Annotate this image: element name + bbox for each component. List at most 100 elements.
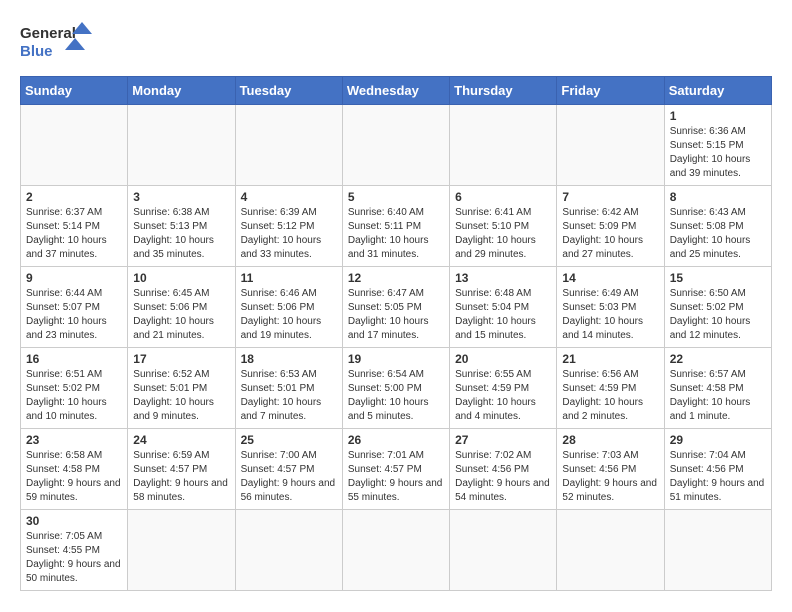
- day-header-wednesday: Wednesday: [342, 77, 449, 105]
- day-number: 22: [670, 352, 766, 366]
- calendar-cell: 19 Sunrise: 6:54 AM Sunset: 5:00 PM Dayli…: [342, 348, 449, 429]
- calendar-table: SundayMondayTuesdayWednesdayThursdayFrid…: [20, 76, 772, 591]
- calendar-cell: 24 Sunrise: 6:59 AM Sunset: 4:57 PM Dayli…: [128, 429, 235, 510]
- day-number: 29: [670, 433, 766, 447]
- day-header-tuesday: Tuesday: [235, 77, 342, 105]
- day-number: 25: [241, 433, 337, 447]
- calendar-cell: 15 Sunrise: 6:50 AM Sunset: 5:02 PM Dayli…: [664, 267, 771, 348]
- day-number: 24: [133, 433, 229, 447]
- day-info: Sunrise: 6:53 AM Sunset: 5:01 PM Dayligh…: [241, 368, 337, 424]
- calendar-week-row: 1Sunrise: 6:36 AM Sunset: 5:15 PM Daylig…: [21, 105, 772, 186]
- calendar-cell: [450, 105, 557, 186]
- day-number: 28: [562, 433, 658, 447]
- calendar-cell: 2 Sunrise: 6:37 AM Sunset: 5:14 PM Daylig…: [21, 186, 128, 267]
- day-info: Sunrise: 6:43 AM Sunset: 5:08 PM Dayligh…: [670, 206, 766, 262]
- day-number: 1: [670, 109, 766, 123]
- day-header-monday: Monday: [128, 77, 235, 105]
- day-number: 20: [455, 352, 551, 366]
- day-number: 21: [562, 352, 658, 366]
- day-info: Sunrise: 7:00 AM Sunset: 4:57 PM Dayligh…: [241, 449, 337, 505]
- day-number: 11: [241, 271, 337, 285]
- calendar-header-row: SundayMondayTuesdayWednesdayThursdayFrid…: [21, 77, 772, 105]
- day-info: Sunrise: 6:38 AM Sunset: 5:13 PM Dayligh…: [133, 206, 229, 262]
- calendar-cell: 29Sunrise: 7:04 AM Sunset: 4:56 PM Dayli…: [664, 429, 771, 510]
- calendar-cell: 16 Sunrise: 6:51 AM Sunset: 5:02 PM Dayli…: [21, 348, 128, 429]
- day-info: Sunrise: 6:54 AM Sunset: 5:00 PM Dayligh…: [348, 368, 444, 424]
- day-number: 14: [562, 271, 658, 285]
- calendar-cell: 26 Sunrise: 7:01 AM Sunset: 4:57 PM Dayli…: [342, 429, 449, 510]
- day-info: Sunrise: 7:05 AM Sunset: 4:55 PM Dayligh…: [26, 530, 122, 586]
- day-number: 19: [348, 352, 444, 366]
- day-info: Sunrise: 6:39 AM Sunset: 5:12 PM Dayligh…: [241, 206, 337, 262]
- day-info: Sunrise: 6:44 AM Sunset: 5:07 PM Dayligh…: [26, 287, 122, 343]
- svg-text:General: General: [20, 25, 76, 42]
- calendar-cell: [557, 105, 664, 186]
- day-info: Sunrise: 6:59 AM Sunset: 4:57 PM Dayligh…: [133, 449, 229, 505]
- calendar-cell: 18Sunrise: 6:53 AM Sunset: 5:01 PM Dayli…: [235, 348, 342, 429]
- calendar-cell: 4Sunrise: 6:39 AM Sunset: 5:12 PM Daylig…: [235, 186, 342, 267]
- day-info: Sunrise: 6:55 AM Sunset: 4:59 PM Dayligh…: [455, 368, 551, 424]
- calendar-cell: 5Sunrise: 6:40 AM Sunset: 5:11 PM Daylig…: [342, 186, 449, 267]
- day-header-saturday: Saturday: [664, 77, 771, 105]
- calendar-week-row: 2 Sunrise: 6:37 AM Sunset: 5:14 PM Daylig…: [21, 186, 772, 267]
- day-number: 13: [455, 271, 551, 285]
- day-info: Sunrise: 6:51 AM Sunset: 5:02 PM Dayligh…: [26, 368, 122, 424]
- calendar-cell: [557, 510, 664, 591]
- calendar-cell: [342, 105, 449, 186]
- calendar-cell: 25 Sunrise: 7:00 AM Sunset: 4:57 PM Dayli…: [235, 429, 342, 510]
- calendar-cell: 13 Sunrise: 6:48 AM Sunset: 5:04 PM Dayli…: [450, 267, 557, 348]
- calendar-cell: 17 Sunrise: 6:52 AM Sunset: 5:01 PM Dayli…: [128, 348, 235, 429]
- calendar-cell: 8 Sunrise: 6:43 AM Sunset: 5:08 PM Daylig…: [664, 186, 771, 267]
- day-info: Sunrise: 6:40 AM Sunset: 5:11 PM Dayligh…: [348, 206, 444, 262]
- day-info: Sunrise: 6:48 AM Sunset: 5:04 PM Dayligh…: [455, 287, 551, 343]
- calendar-cell: [21, 105, 128, 186]
- day-number: 26: [348, 433, 444, 447]
- calendar-cell: 6 Sunrise: 6:41 AM Sunset: 5:10 PM Daylig…: [450, 186, 557, 267]
- calendar-week-row: 9 Sunrise: 6:44 AM Sunset: 5:07 PM Daylig…: [21, 267, 772, 348]
- calendar-cell: 30Sunrise: 7:05 AM Sunset: 4:55 PM Dayli…: [21, 510, 128, 591]
- day-number: 17: [133, 352, 229, 366]
- calendar-cell: 27Sunrise: 7:02 AM Sunset: 4:56 PM Dayli…: [450, 429, 557, 510]
- calendar-cell: 23 Sunrise: 6:58 AM Sunset: 4:58 PM Dayli…: [21, 429, 128, 510]
- calendar-cell: 14Sunrise: 6:49 AM Sunset: 5:03 PM Dayli…: [557, 267, 664, 348]
- day-info: Sunrise: 6:41 AM Sunset: 5:10 PM Dayligh…: [455, 206, 551, 262]
- day-header-friday: Friday: [557, 77, 664, 105]
- day-info: Sunrise: 7:01 AM Sunset: 4:57 PM Dayligh…: [348, 449, 444, 505]
- day-number: 8: [670, 190, 766, 204]
- calendar-week-row: 23 Sunrise: 6:58 AM Sunset: 4:58 PM Dayli…: [21, 429, 772, 510]
- day-info: Sunrise: 6:37 AM Sunset: 5:14 PM Dayligh…: [26, 206, 122, 262]
- day-info: Sunrise: 7:03 AM Sunset: 4:56 PM Dayligh…: [562, 449, 658, 505]
- calendar-cell: 10Sunrise: 6:45 AM Sunset: 5:06 PM Dayli…: [128, 267, 235, 348]
- header: GeneralBlue: [20, 20, 772, 60]
- calendar-cell: [450, 510, 557, 591]
- day-number: 15: [670, 271, 766, 285]
- calendar-cell: [235, 510, 342, 591]
- calendar-cell: 1Sunrise: 6:36 AM Sunset: 5:15 PM Daylig…: [664, 105, 771, 186]
- day-info: Sunrise: 6:52 AM Sunset: 5:01 PM Dayligh…: [133, 368, 229, 424]
- day-number: 23: [26, 433, 122, 447]
- calendar-cell: 11Sunrise: 6:46 AM Sunset: 5:06 PM Dayli…: [235, 267, 342, 348]
- calendar-cell: 3Sunrise: 6:38 AM Sunset: 5:13 PM Daylig…: [128, 186, 235, 267]
- calendar-cell: 9 Sunrise: 6:44 AM Sunset: 5:07 PM Daylig…: [21, 267, 128, 348]
- calendar-week-row: 30Sunrise: 7:05 AM Sunset: 4:55 PM Dayli…: [21, 510, 772, 591]
- day-number: 16: [26, 352, 122, 366]
- svg-text:Blue: Blue: [20, 43, 53, 60]
- logo: GeneralBlue: [20, 20, 100, 60]
- day-number: 10: [133, 271, 229, 285]
- day-number: 2: [26, 190, 122, 204]
- calendar-cell: 20 Sunrise: 6:55 AM Sunset: 4:59 PM Dayli…: [450, 348, 557, 429]
- day-info: Sunrise: 6:58 AM Sunset: 4:58 PM Dayligh…: [26, 449, 122, 505]
- day-number: 6: [455, 190, 551, 204]
- day-header-thursday: Thursday: [450, 77, 557, 105]
- calendar-cell: 12Sunrise: 6:47 AM Sunset: 5:05 PM Dayli…: [342, 267, 449, 348]
- calendar-cell: 21Sunrise: 6:56 AM Sunset: 4:59 PM Dayli…: [557, 348, 664, 429]
- calendar-cell: 22 Sunrise: 6:57 AM Sunset: 4:58 PM Dayli…: [664, 348, 771, 429]
- calendar-cell: [342, 510, 449, 591]
- calendar-cell: 28 Sunrise: 7:03 AM Sunset: 4:56 PM Dayli…: [557, 429, 664, 510]
- day-header-sunday: Sunday: [21, 77, 128, 105]
- day-info: Sunrise: 6:57 AM Sunset: 4:58 PM Dayligh…: [670, 368, 766, 424]
- calendar-cell: 7Sunrise: 6:42 AM Sunset: 5:09 PM Daylig…: [557, 186, 664, 267]
- day-number: 9: [26, 271, 122, 285]
- calendar-cell: [128, 510, 235, 591]
- day-info: Sunrise: 6:50 AM Sunset: 5:02 PM Dayligh…: [670, 287, 766, 343]
